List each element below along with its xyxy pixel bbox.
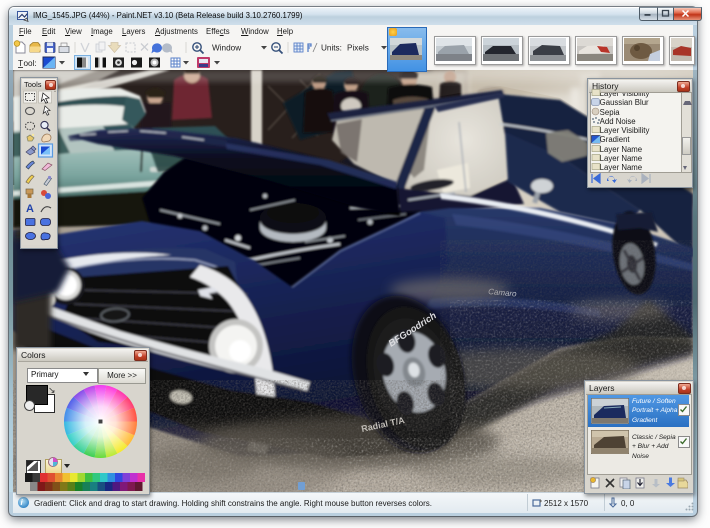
- svg-text:Pixels: Pixels: [347, 44, 369, 53]
- svg-text:T: T: [18, 59, 23, 68]
- svg-text:Units:: Units:: [321, 44, 342, 53]
- svg-text:ool:: ool:: [24, 59, 37, 68]
- svg-text:A: A: [26, 203, 34, 215]
- svg-text:Window: Window: [212, 44, 241, 53]
